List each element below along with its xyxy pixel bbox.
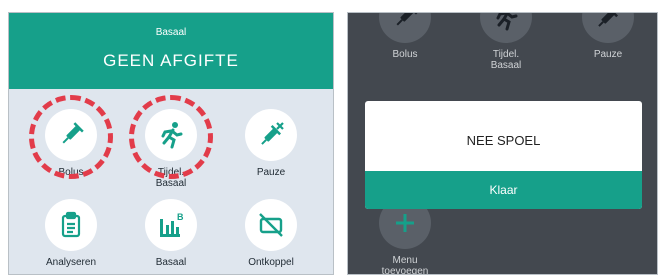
disconnect-button[interactable]: Ontkoppel: [221, 199, 321, 268]
dialog-screen: Bolus Tijdel. Basaal Pauze Menu toevoege…: [347, 12, 658, 275]
svg-text:B: B: [177, 212, 184, 222]
syringe-pause-icon: [582, 13, 634, 43]
bolus-button[interactable]: Bolus: [355, 13, 455, 60]
pause-button[interactable]: Pauze: [221, 109, 321, 178]
header-title: GEEN AFGIFTE: [103, 51, 239, 70]
tile-label: Pauze: [256, 167, 286, 178]
highlight-ring-temp-basal: [129, 95, 213, 179]
tile-label: Tijdel. Basaal: [490, 49, 522, 71]
tile-label: Analyseren: [45, 257, 97, 268]
pause-button[interactable]: Pauze: [558, 13, 657, 60]
done-button[interactable]: Klaar: [365, 171, 642, 209]
clipboard-icon: [45, 199, 97, 251]
tile-label: Menu toevoegen: [381, 255, 429, 275]
header-subtitle: Basaal: [155, 27, 187, 38]
tile-label: Pauze: [593, 49, 623, 60]
analyze-button[interactable]: Analyseren: [21, 199, 121, 268]
disconnect-icon: [245, 199, 297, 251]
syringe-icon: [379, 13, 431, 43]
temp-basal-button[interactable]: Tijdel. Basaal: [456, 13, 556, 71]
tile-label: Basaal: [155, 257, 187, 268]
tile-label: Bolus: [392, 49, 418, 60]
basal-button[interactable]: B Basaal: [121, 199, 221, 268]
status-header: Basaal GEEN AFGIFTE: [9, 13, 333, 89]
highlight-ring-bolus: [29, 95, 113, 179]
dialog-message: NEE SPOEL: [466, 133, 541, 148]
running-person-icon: [480, 13, 532, 43]
home-screen: Basaal GEEN AFGIFTE Bolus Tijdel. Basaal…: [8, 12, 334, 275]
tile-label: Ontkoppel: [248, 257, 294, 268]
basal-chart-icon: B: [145, 199, 197, 251]
prime-dialog: NEE SPOEL Klaar: [365, 101, 642, 209]
syringe-pause-icon: [245, 109, 297, 161]
